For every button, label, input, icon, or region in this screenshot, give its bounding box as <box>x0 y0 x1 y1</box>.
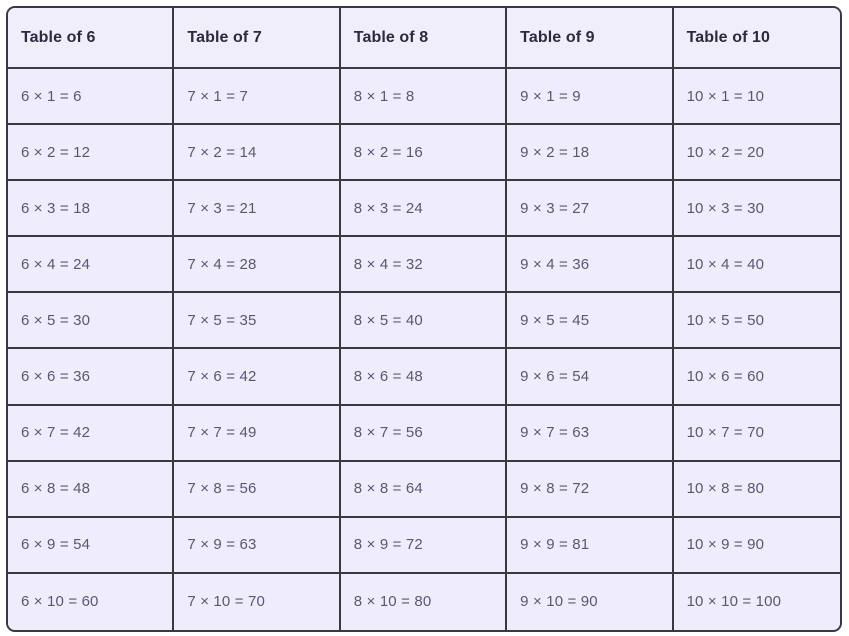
cell: 9 × 9 = 81 <box>507 517 674 574</box>
cell: 6 × 1 = 6 <box>8 69 175 126</box>
column-header-table-of-10: Table of 10 <box>673 8 840 69</box>
table-row: 6 × 4 = 24 7 × 4 = 28 8 × 4 = 32 9 × 4 =… <box>8 237 840 294</box>
cell: 7 × 6 = 42 <box>174 349 341 406</box>
table-header: Table of 6 Table of 7 Table of 8 Table o… <box>8 8 840 69</box>
cell: 9 × 2 = 18 <box>507 125 674 182</box>
cell: 9 × 3 = 27 <box>507 181 674 238</box>
cell: 8 × 7 = 56 <box>340 405 508 462</box>
cell: 6 × 4 = 24 <box>8 237 175 294</box>
cell: 10 × 2 = 20 <box>673 125 840 182</box>
column-header-table-of-9: Table of 9 <box>507 8 674 69</box>
cell: 8 × 1 = 8 <box>340 69 508 126</box>
cell: 10 × 1 = 10 <box>673 69 840 126</box>
cell: 7 × 3 = 21 <box>174 181 341 238</box>
table-container: Table of 6 Table of 7 Table of 8 Table o… <box>0 0 849 636</box>
table-header-row: Table of 6 Table of 7 Table of 8 Table o… <box>8 8 840 69</box>
cell: 9 × 8 = 72 <box>507 461 674 518</box>
table-row: 6 × 7 = 42 7 × 7 = 49 8 × 7 = 56 9 × 7 =… <box>8 405 840 462</box>
cell: 9 × 7 = 63 <box>507 405 674 462</box>
table-row: 6 × 9 = 54 7 × 9 = 63 8 × 9 = 72 9 × 9 =… <box>8 517 840 574</box>
cell: 9 × 4 = 36 <box>507 237 674 294</box>
cell: 6 × 9 = 54 <box>8 517 175 574</box>
cell: 6 × 10 = 60 <box>8 573 175 630</box>
cell: 9 × 6 = 54 <box>507 349 674 406</box>
table-row: 6 × 6 = 36 7 × 6 = 42 8 × 6 = 48 9 × 6 =… <box>8 349 840 406</box>
table-row: 6 × 8 = 48 7 × 8 = 56 8 × 8 = 64 9 × 8 =… <box>8 461 840 518</box>
cell: 10 × 5 = 50 <box>673 293 840 350</box>
column-header-table-of-7: Table of 7 <box>174 8 341 69</box>
table-row: 6 × 3 = 18 7 × 3 = 21 8 × 3 = 24 9 × 3 =… <box>8 181 840 238</box>
cell: 8 × 2 = 16 <box>340 125 508 182</box>
cell: 10 × 6 = 60 <box>673 349 840 406</box>
cell: 8 × 4 = 32 <box>340 237 508 294</box>
cell: 7 × 8 = 56 <box>174 461 341 518</box>
table-body: 6 × 1 = 6 7 × 1 = 7 8 × 1 = 8 9 × 1 = 9 … <box>8 69 840 630</box>
table-row: 6 × 1 = 6 7 × 1 = 7 8 × 1 = 8 9 × 1 = 9 … <box>8 69 840 126</box>
cell: 7 × 10 = 70 <box>174 573 341 630</box>
table-row: 6 × 5 = 30 7 × 5 = 35 8 × 5 = 40 9 × 5 =… <box>8 293 840 350</box>
cell: 6 × 6 = 36 <box>8 349 175 406</box>
cell: 7 × 4 = 28 <box>174 237 341 294</box>
cell: 6 × 8 = 48 <box>8 461 175 518</box>
cell: 9 × 5 = 45 <box>507 293 674 350</box>
cell: 9 × 10 = 90 <box>507 573 674 630</box>
cell: 7 × 7 = 49 <box>174 405 341 462</box>
cell: 6 × 2 = 12 <box>8 125 175 182</box>
cell: 10 × 4 = 40 <box>673 237 840 294</box>
cell: 10 × 8 = 80 <box>673 461 840 518</box>
cell: 10 × 9 = 90 <box>673 517 840 574</box>
column-header-table-of-8: Table of 8 <box>340 8 508 69</box>
table-row: 6 × 2 = 12 7 × 2 = 14 8 × 2 = 16 9 × 2 =… <box>8 125 840 182</box>
multiplication-table: Table of 6 Table of 7 Table of 8 Table o… <box>6 6 842 632</box>
cell: 8 × 5 = 40 <box>340 293 508 350</box>
cell: 8 × 9 = 72 <box>340 517 508 574</box>
cell: 7 × 5 = 35 <box>174 293 341 350</box>
column-header-table-of-6: Table of 6 <box>8 8 175 69</box>
cell: 6 × 3 = 18 <box>8 181 175 238</box>
cell: 7 × 9 = 63 <box>174 517 341 574</box>
table-row: 6 × 10 = 60 7 × 10 = 70 8 × 10 = 80 9 × … <box>8 573 840 630</box>
cell: 10 × 3 = 30 <box>673 181 840 238</box>
cell: 7 × 1 = 7 <box>174 69 341 126</box>
cell: 8 × 3 = 24 <box>340 181 508 238</box>
cell: 8 × 6 = 48 <box>340 349 508 406</box>
cell: 8 × 10 = 80 <box>340 573 508 630</box>
cell: 10 × 7 = 70 <box>673 405 840 462</box>
cell: 6 × 7 = 42 <box>8 405 175 462</box>
cell: 7 × 2 = 14 <box>174 125 341 182</box>
cell: 8 × 8 = 64 <box>340 461 508 518</box>
cell: 6 × 5 = 30 <box>8 293 175 350</box>
cell: 10 × 10 = 100 <box>673 573 840 630</box>
cell: 9 × 1 = 9 <box>507 69 674 126</box>
